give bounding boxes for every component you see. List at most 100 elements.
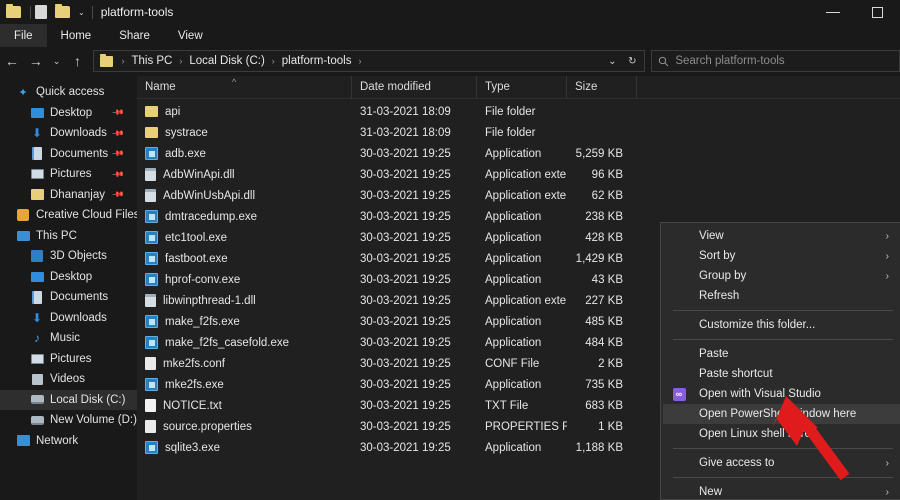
sidebar-item-desktop[interactable]: Desktop: [0, 267, 137, 288]
context-menu-separator: [673, 477, 893, 478]
up-button[interactable]: ↑: [66, 48, 90, 74]
file-name-cell: systrace: [137, 127, 352, 139]
pin-icon[interactable]: 📌: [111, 106, 124, 119]
sidebar-item-quick-access[interactable]: ✦Quick access: [0, 82, 137, 103]
pin-icon[interactable]: 📌: [111, 168, 124, 181]
sidebar-item-pictures[interactable]: Pictures: [0, 349, 137, 370]
sidebar-item-downloads[interactable]: ⬇Downloads: [0, 308, 137, 329]
context-menu-item-give-access-to[interactable]: Give access to›: [661, 453, 900, 473]
search-box[interactable]: Search platform-tools: [651, 50, 900, 72]
sidebar-item-downloads[interactable]: ⬇Downloads📌: [0, 123, 137, 144]
file-type: Application: [477, 274, 567, 286]
sidebar-item-videos[interactable]: Videos: [0, 369, 137, 390]
breadcrumb-local-disk[interactable]: Local Disk (C:): [187, 55, 266, 67]
sidebar-item-label: Network: [36, 435, 78, 447]
column-header-name[interactable]: Name^: [137, 76, 352, 99]
tab-share[interactable]: Share: [105, 24, 164, 47]
sidebar-item-network[interactable]: Network: [0, 431, 137, 452]
breadcrumb-separator-3: ›: [353, 56, 366, 66]
context-menu-item-open-with-visual-studio[interactable]: ∞Open with Visual Studio: [661, 384, 900, 404]
recent-locations-button[interactable]: ⌄: [48, 48, 66, 74]
tab-file[interactable]: File: [0, 24, 47, 47]
tab-home[interactable]: Home: [47, 24, 106, 47]
maximize-button[interactable]: [855, 0, 900, 24]
file-type: CONF File: [477, 358, 567, 370]
sidebar-item-documents[interactable]: Documents: [0, 287, 137, 308]
context-menu[interactable]: View›Sort by›Group by›RefreshCustomize t…: [660, 222, 900, 500]
pin-icon[interactable]: 📌: [111, 188, 124, 201]
application-icon: [145, 336, 158, 349]
file-name: NOTICE.txt: [163, 400, 222, 412]
navigation-pane[interactable]: ✦Quick accessDesktop📌⬇Downloads📌Document…: [0, 76, 137, 500]
file-type: File folder: [477, 106, 567, 118]
table-row[interactable]: api31-03-2021 18:09File folder: [137, 101, 900, 122]
context-menu-item-customize-this-folder[interactable]: Customize this folder...: [661, 315, 900, 335]
file-name: libwinpthread-1.dll: [163, 295, 256, 307]
sidebar-item-dhananjay[interactable]: Dhananjay📌: [0, 185, 137, 206]
pin-icon[interactable]: 📌: [111, 127, 124, 140]
new-folder-icon[interactable]: [55, 5, 70, 20]
address-dropdown-button[interactable]: ⌄: [602, 51, 622, 71]
sidebar-item-this-pc[interactable]: This PC: [0, 226, 137, 247]
context-menu-item-view[interactable]: View›: [661, 226, 900, 246]
file-date-modified: 31-03-2021 18:09: [352, 106, 477, 118]
column-header-date-modified[interactable]: Date modified: [352, 76, 477, 99]
file-size: 485 KB: [567, 316, 637, 328]
file-type: Application exten...: [477, 190, 567, 202]
forward-button[interactable]: →: [24, 48, 48, 74]
file-size: 5,259 KB: [567, 148, 637, 160]
breadcrumb-folder-icon: [100, 56, 113, 67]
table-row[interactable]: AdbWinApi.dll30-03-2021 19:25Application…: [137, 164, 900, 185]
file-name-cell: hprof-conv.exe: [137, 273, 352, 286]
quick-access-folder-icon[interactable]: [6, 5, 21, 20]
context-menu-item-label: Sort by: [699, 250, 735, 262]
context-menu-item-refresh[interactable]: Refresh: [661, 286, 900, 306]
context-menu-item-paste[interactable]: Paste: [661, 344, 900, 364]
file-explorer-window: ⌄ platform-tools File Home Share View ←: [0, 0, 900, 500]
chevron-down-icon[interactable]: ⌄: [78, 8, 85, 17]
context-menu-item-new[interactable]: New›: [661, 482, 900, 500]
document-icon: [30, 290, 44, 304]
refresh-button[interactable]: ↻: [622, 51, 642, 71]
sidebar-item-pictures[interactable]: Pictures📌: [0, 164, 137, 185]
file-type: Application exten...: [477, 169, 567, 181]
column-header-size[interactable]: Size: [567, 76, 637, 99]
context-menu-item-sort-by[interactable]: Sort by›: [661, 246, 900, 266]
file-size: 484 KB: [567, 337, 637, 349]
sidebar-item-music[interactable]: ♪Music: [0, 328, 137, 349]
context-menu-item-label: Paste: [699, 348, 728, 360]
context-menu-item-open-linux-shell-here[interactable]: Open Linux shell here: [661, 424, 900, 444]
sidebar-item-documents[interactable]: Documents📌: [0, 144, 137, 165]
pin-icon[interactable]: 📌: [111, 147, 124, 160]
column-header-label: Size: [575, 81, 597, 93]
breadcrumb-separator-1: ›: [174, 56, 187, 66]
sidebar-item-desktop[interactable]: Desktop📌: [0, 103, 137, 124]
chevron-right-icon: ›: [886, 231, 889, 242]
address-bar-input[interactable]: › This PC › Local Disk (C:) › platform-t…: [93, 50, 645, 72]
table-row[interactable]: adb.exe30-03-2021 19:25Application5,259 …: [137, 143, 900, 164]
sidebar-item-label: Documents: [50, 291, 108, 303]
minimize-button[interactable]: [810, 0, 855, 24]
sidebar-item-new-volume-d[interactable]: New Volume (D:): [0, 410, 137, 431]
table-row[interactable]: AdbWinUsbApi.dll30-03-2021 19:25Applicat…: [137, 185, 900, 206]
context-menu-item-paste-shortcut[interactable]: Paste shortcut: [661, 364, 900, 384]
column-header-type[interactable]: Type: [477, 76, 567, 99]
sidebar-item-3d-objects[interactable]: 3D Objects: [0, 246, 137, 267]
context-menu-item-group-by[interactable]: Group by›: [661, 266, 900, 286]
table-row[interactable]: systrace31-03-2021 18:09File folder: [137, 122, 900, 143]
sidebar-item-creative-cloud-files[interactable]: Creative Cloud Files: [0, 205, 137, 226]
sidebar-item-local-disk-c[interactable]: Local Disk (C:): [0, 390, 137, 411]
tab-view[interactable]: View: [164, 24, 217, 47]
folder-icon: [145, 127, 158, 138]
breadcrumb-platform-tools[interactable]: platform-tools: [280, 55, 354, 67]
file-name: make_f2fs_casefold.exe: [165, 337, 289, 349]
breadcrumb-this-pc[interactable]: This PC: [129, 55, 174, 67]
search-icon: [658, 56, 669, 67]
file-date-modified: 30-03-2021 19:25: [352, 169, 477, 181]
file-name: adb.exe: [165, 148, 206, 160]
download-icon: ⬇: [30, 126, 44, 140]
context-menu-separator: [673, 310, 893, 311]
context-menu-item-open-powershell-window-here[interactable]: Open PowerShell window here: [663, 404, 900, 424]
back-button[interactable]: ←: [0, 48, 24, 74]
properties-icon[interactable]: [35, 5, 50, 20]
